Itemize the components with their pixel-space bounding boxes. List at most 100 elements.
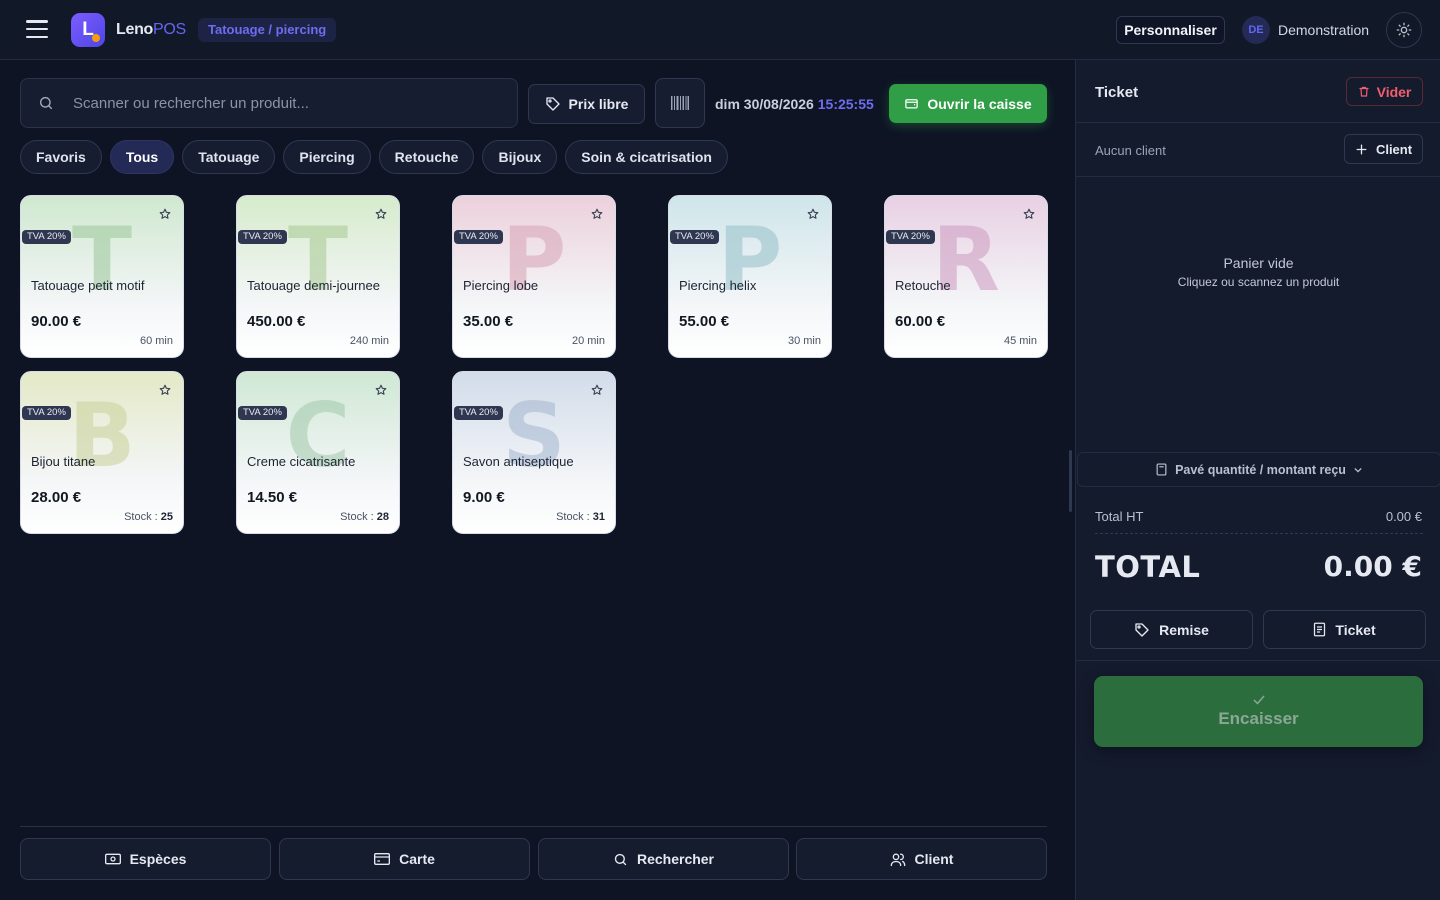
- add-client-label: Client: [1375, 141, 1413, 157]
- product-meta: 60 min: [140, 335, 173, 347]
- search-icon: [39, 96, 53, 110]
- product-grid: T TVA 20% Tatouage petit motif 90.00 €60 mi…: [20, 195, 1048, 534]
- add-client-button[interactable]: Client: [1344, 134, 1423, 164]
- product-name: Piercing helix: [679, 278, 757, 293]
- banknote-icon: [104, 853, 121, 865]
- carte-payment-button[interactable]: Carte: [279, 838, 530, 880]
- theme-toggle-button[interactable]: [1386, 12, 1422, 48]
- search-input[interactable]: [73, 94, 493, 112]
- star-icon[interactable]: [591, 384, 603, 396]
- open-register-button[interactable]: Ouvrir la caisse: [889, 84, 1047, 123]
- product-meta: 20 min: [572, 335, 605, 347]
- menu-icon[interactable]: [26, 20, 48, 38]
- top-bar: L LenoPOS Tatouage / piercing Personnali…: [0, 0, 1440, 60]
- category-tab-soin-cicatrisation[interactable]: Soin & cicatrisation: [565, 140, 728, 174]
- product-name: Piercing lobe: [463, 278, 539, 293]
- tva-badge: TVA 20%: [22, 230, 71, 244]
- date-time: dim 30/08/2026 15:25:55: [715, 96, 874, 112]
- total-value: 0.00 €: [1323, 550, 1422, 583]
- plus-icon: [1356, 144, 1367, 154]
- user-name: Demonstration: [1278, 22, 1370, 38]
- duration-value: 60 min: [139, 335, 173, 347]
- product-price: 90.00 €: [31, 313, 82, 330]
- search-bar[interactable]: [20, 78, 518, 128]
- total-ht-label: Total HT: [1095, 509, 1144, 524]
- current-time: 15:25:55: [817, 96, 874, 112]
- duration-value: 30 min: [787, 335, 821, 347]
- sun-icon: [1396, 22, 1412, 38]
- product-area: Prix libre dim 30/08/2026 15:25:55 Ouvri…: [0, 60, 1075, 900]
- star-icon[interactable]: [1023, 208, 1035, 220]
- product-card[interactable]: C TVA 20% Creme cicatrisante 14.50 € Stock :…: [236, 371, 400, 534]
- trash-icon: [1359, 86, 1369, 97]
- star-icon[interactable]: [591, 208, 603, 220]
- clear-ticket-button[interactable]: Vider: [1346, 77, 1423, 106]
- especes-payment-button[interactable]: Espèces: [20, 838, 271, 880]
- divider: [1076, 660, 1440, 661]
- meta-label: Stock :: [556, 511, 593, 523]
- discount-button[interactable]: Remise: [1090, 610, 1253, 649]
- resize-handle[interactable]: [1069, 450, 1072, 512]
- empty-cart-hint: Cliquez ou scannez un produit: [1177, 275, 1340, 289]
- meta-label: Stock :: [124, 511, 161, 523]
- total-ht-value: 0.00 €: [1385, 509, 1422, 524]
- tva-badge: TVA 20%: [454, 406, 503, 420]
- tva-badge: TVA 20%: [238, 406, 287, 420]
- stock-value: 31: [592, 511, 605, 523]
- category-tab-retouche[interactable]: Retouche: [378, 140, 475, 174]
- product-card[interactable]: B TVA 20% Bijou titane 28.00 € Stock : 25: [20, 371, 184, 534]
- product-card[interactable]: P TVA 20% Piercing helix 55.00 €30 min: [668, 195, 832, 358]
- open-register-label: Ouvrir la caisse: [927, 95, 1032, 112]
- brand-accent: POS: [153, 21, 186, 38]
- product-price: 55.00 €: [679, 313, 730, 330]
- barcode-scan-button[interactable]: [655, 78, 705, 128]
- check-icon: [1252, 695, 1265, 705]
- payment-label: Rechercher: [636, 851, 715, 867]
- category-tab-tous[interactable]: Tous: [109, 140, 175, 174]
- credit-card-icon: [374, 853, 391, 865]
- category-tab-favoris[interactable]: Favoris: [20, 140, 102, 174]
- avatar: DE: [1242, 16, 1270, 44]
- product-card[interactable]: T TVA 20% Tatouage petit motif 90.00 €60 mi…: [20, 195, 184, 358]
- product-card[interactable]: R TVA 20% Retouche 60.00 €45 min: [884, 195, 1048, 358]
- product-meta: Stock : 25: [124, 511, 173, 523]
- user-menu[interactable]: DE Demonstration: [1242, 16, 1369, 44]
- print-ticket-button[interactable]: Ticket: [1263, 610, 1426, 649]
- payment-label: Espèces: [129, 851, 187, 867]
- checkout-button[interactable]: Encaisser: [1094, 676, 1423, 747]
- current-date: dim 30/08/2026: [715, 96, 814, 112]
- personalize-button[interactable]: Personnaliser: [1116, 16, 1225, 44]
- product-name: Creme cicatrisante: [247, 454, 356, 469]
- star-icon[interactable]: [807, 208, 819, 220]
- product-meta: 30 min: [788, 335, 821, 347]
- duration-value: 45 min: [1003, 335, 1037, 347]
- star-icon[interactable]: [159, 208, 171, 220]
- prix-libre-button[interactable]: Prix libre: [528, 84, 645, 124]
- category-tab-bijoux[interactable]: Bijoux: [482, 140, 558, 174]
- sector-badge: Tatouage / piercing: [198, 18, 337, 42]
- app-logo: L: [71, 13, 105, 47]
- keypad-toggle[interactable]: Pavé quantité / montant reçu: [1077, 452, 1440, 487]
- category-tab-tatouage[interactable]: Tatouage: [182, 140, 276, 174]
- product-card[interactable]: T TVA 20% Tatouage demi-journee 450.00 €240…: [236, 195, 400, 358]
- product-card[interactable]: P TVA 20% Piercing lobe 35.00 €20 min: [452, 195, 616, 358]
- tva-badge: TVA 20%: [454, 230, 503, 244]
- ticket-title: Ticket: [1095, 84, 1139, 101]
- product-meta: Stock : 31: [556, 511, 605, 523]
- client-payment-button[interactable]: Client: [796, 838, 1047, 880]
- payment-divider: [20, 826, 1047, 827]
- category-tab-piercing[interactable]: Piercing: [283, 140, 371, 174]
- product-card[interactable]: S TVA 20% Savon antiseptique 9.00 € Stock : …: [452, 371, 616, 534]
- client-row: Aucun client Client: [1076, 123, 1440, 177]
- clear-ticket-label: Vider: [1376, 83, 1412, 100]
- print-ticket-label: Ticket: [1335, 621, 1376, 638]
- product-meta: 45 min: [1004, 335, 1037, 347]
- star-icon[interactable]: [375, 384, 387, 396]
- empty-cart-title: Panier vide: [1223, 255, 1294, 271]
- rechercher-payment-button[interactable]: Rechercher: [538, 838, 789, 880]
- star-icon[interactable]: [159, 384, 171, 396]
- star-icon[interactable]: [375, 208, 387, 220]
- duration-value: 240 min: [349, 335, 389, 347]
- product-price: 14.50 €: [247, 489, 298, 506]
- payment-label: Client: [914, 851, 954, 867]
